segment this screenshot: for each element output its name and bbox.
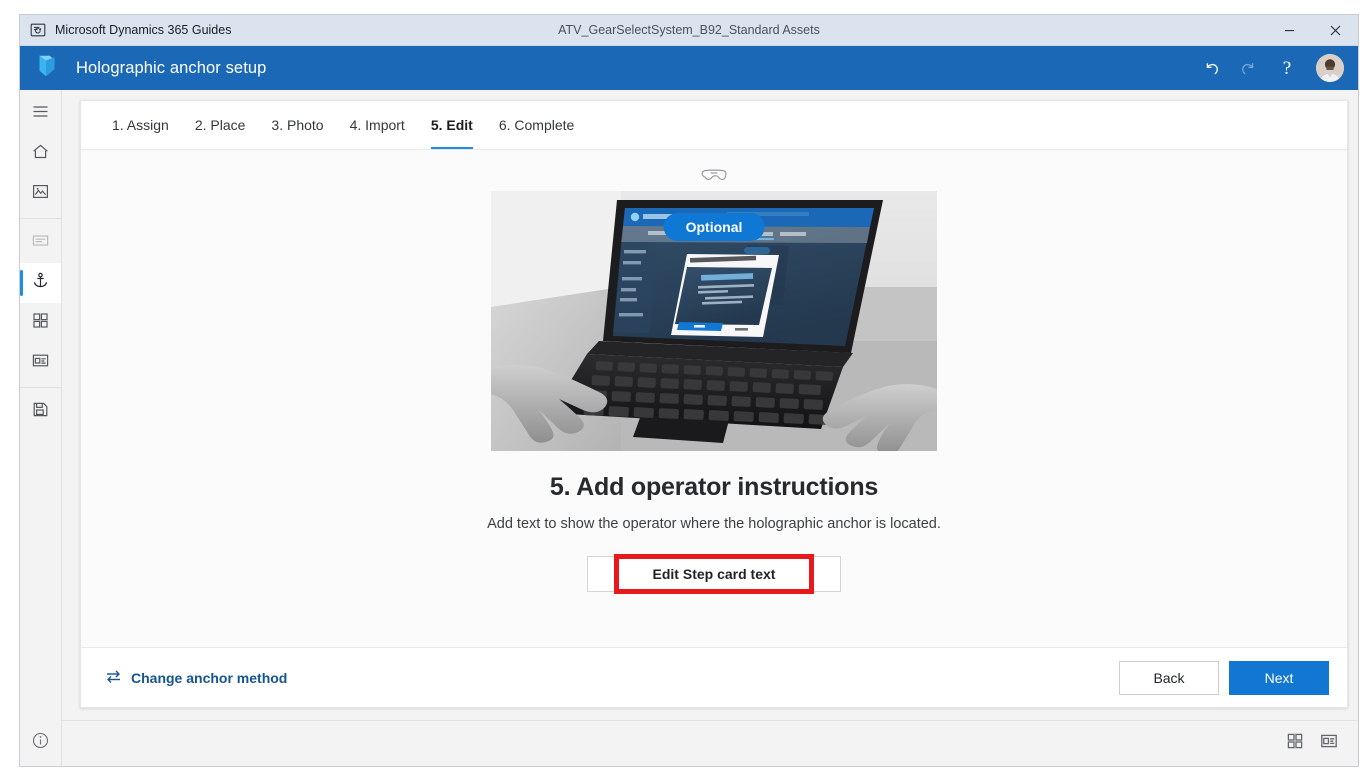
minimize-button[interactable] <box>1266 15 1312 45</box>
step-content: Optional 5. Add operator instructions Ad… <box>81 150 1347 647</box>
sidebar-item-anchor[interactable] <box>20 263 61 303</box>
avatar[interactable] <box>1316 54 1344 82</box>
redo-icon[interactable] <box>1232 51 1266 85</box>
sidebar-item-home[interactable] <box>20 134 61 174</box>
wizard-card: 1. Assign 2. Place 3. Photo 4. Import 5.… <box>80 100 1348 708</box>
app-window: Microsoft Dynamics 365 Guides ATV_GearSe… <box>19 14 1359 767</box>
title-bar: Microsoft Dynamics 365 Guides ATV_GearSe… <box>20 15 1358 46</box>
swap-arrows-icon <box>105 668 122 688</box>
window-controls <box>1266 15 1358 45</box>
main-column: 1. Assign 2. Place 3. Photo 4. Import 5.… <box>62 90 1358 766</box>
help-glyph: ? <box>1282 57 1292 79</box>
sidebar-item-info[interactable] <box>20 720 61 766</box>
sidebar-item-assets[interactable] <box>20 303 61 343</box>
tab-label: 5. Edit <box>430 117 473 133</box>
save-disk-icon <box>31 400 50 424</box>
text-lines-icon <box>31 231 50 255</box>
sidebar-item-step-card[interactable] <box>20 343 61 383</box>
tab-label: 6. Complete <box>498 117 575 133</box>
edit-button-wrap: Edit Step card text <box>587 554 841 594</box>
tab-import[interactable]: 4. Import <box>337 101 418 149</box>
tab-edit[interactable]: 5. Edit <box>418 101 486 149</box>
help-icon[interactable]: ? <box>1270 51 1304 85</box>
grid-view-toggle[interactable] <box>1280 729 1310 759</box>
body-area: 1. Assign 2. Place 3. Photo 4. Import 5.… <box>20 90 1358 766</box>
tab-photo[interactable]: 3. Photo <box>258 101 336 149</box>
sidebar-rail <box>20 90 62 766</box>
guides-logo <box>32 51 76 86</box>
wizard-footer: Change anchor method Back Next <box>81 647 1347 707</box>
home-icon <box>31 142 50 166</box>
sidebar-item-menu-toggle[interactable] <box>20 94 61 134</box>
info-icon <box>31 731 50 755</box>
page-title: Holographic anchor setup <box>76 58 267 77</box>
grid-view-icon <box>1286 732 1304 755</box>
title-bar-left: Microsoft Dynamics 365 Guides <box>20 22 231 38</box>
anchor-icon <box>31 271 50 295</box>
close-button[interactable] <box>1312 15 1358 45</box>
back-button[interactable]: Back <box>1119 660 1219 695</box>
content-region: 1. Assign 2. Place 3. Photo 4. Import 5.… <box>62 90 1358 720</box>
app-header: Holographic anchor setup ? <box>20 46 1358 90</box>
footer-buttons: Back Next <box>1119 660 1329 695</box>
hamburger-icon <box>31 102 50 126</box>
tab-label: 2. Place <box>194 117 246 133</box>
step-title: 5. Add operator instructions <box>549 473 879 501</box>
edit-step-card-text-button[interactable]: Edit Step card text <box>587 556 841 592</box>
change-anchor-method-label: Change anchor method <box>131 669 288 686</box>
image-icon <box>31 182 50 206</box>
sidebar-divider-2 <box>20 387 61 388</box>
tab-label: 3. Photo <box>271 117 324 133</box>
hero-block: Optional <box>491 191 937 451</box>
undo-icon[interactable] <box>1194 51 1228 85</box>
detail-view-icon <box>1320 732 1338 755</box>
tab-label: 1. Assign <box>112 117 169 133</box>
grid-tiles-icon <box>31 311 50 335</box>
tab-complete[interactable]: 6. Complete <box>486 101 587 149</box>
dynamics-guides-icon <box>30 22 46 38</box>
app-title: Microsoft Dynamics 365 Guides <box>55 23 232 37</box>
detail-view-toggle[interactable] <box>1314 729 1344 759</box>
header-actions: ? <box>1194 51 1344 85</box>
sidebar-item-media[interactable] <box>20 174 61 214</box>
change-anchor-method-link[interactable]: Change anchor method <box>105 668 287 688</box>
wizard-tabs: 1. Assign 2. Place 3. Photo 4. Import 5.… <box>81 101 1347 150</box>
sidebar-divider-1 <box>20 218 61 219</box>
tab-place[interactable]: 2. Place <box>182 101 259 149</box>
sidebar-item-save[interactable] <box>20 392 61 432</box>
step-subtitle: Add text to show the operator where the … <box>487 516 941 532</box>
tab-label: 4. Import <box>349 117 405 133</box>
status-bar <box>62 720 1358 766</box>
next-button[interactable]: Next <box>1229 660 1329 695</box>
hololens-headset-icon <box>699 166 729 186</box>
card-panel-icon <box>31 351 50 375</box>
tab-assign[interactable]: 1. Assign <box>99 101 182 149</box>
optional-badge: Optional <box>663 213 765 241</box>
sidebar-item-text-steps[interactable] <box>20 223 61 263</box>
